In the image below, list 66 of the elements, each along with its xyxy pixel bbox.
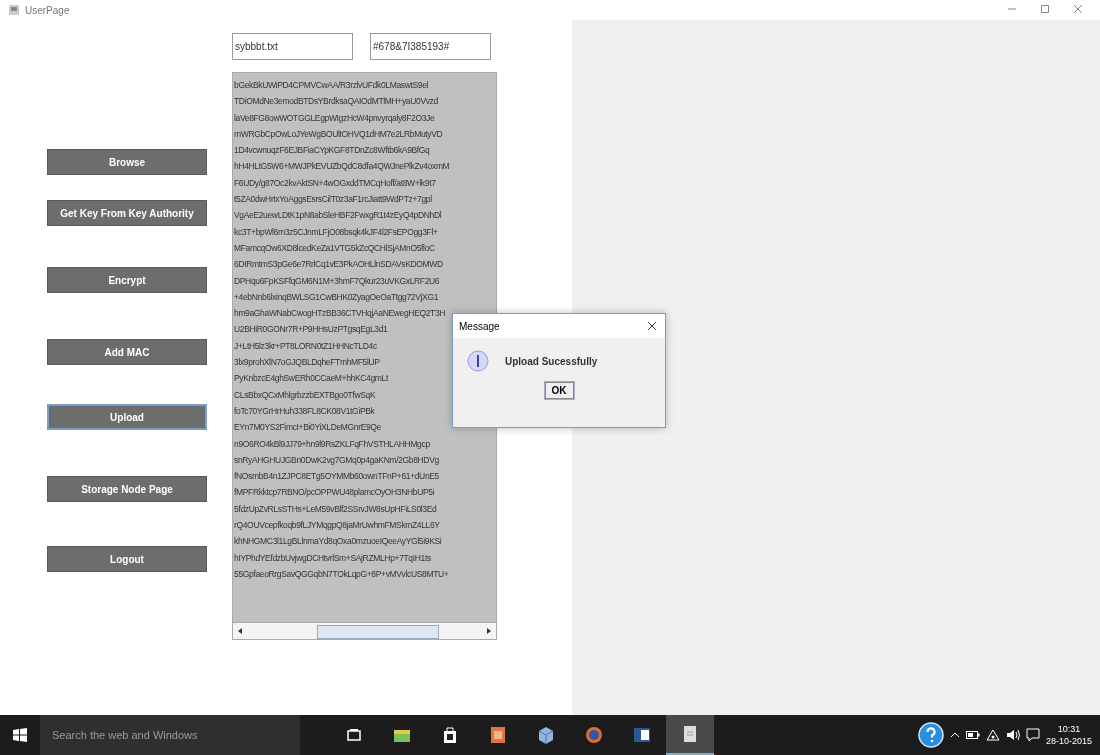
text-line: 55GpfaeoRrgSavQGGqbN7TOkLqpG+8P+vMVvlcUS8MTU+ [234,567,449,581]
globe-icon [584,725,604,745]
text-line: mWRGbCpOwLoJYeWgBOUltOHVQ1dHM7e2LRbMutyVD [234,127,443,141]
text-line: hH4HLtG5W6+MWJPkEVUZbQdC8dfa4QWJnePlkZv4oxmM [234,160,450,174]
text-line: hIYPhdYEfdzbUvjwgDCHtvrlSm+SAjRZMLHp+7TqIH1ts [234,551,431,565]
text-line: khNHGMC3l1LgBLlnmaYd8qOxa0rnzuoeIQeeAyYGl5i9KSi [234,535,442,549]
text-line: 6DIRmtmS3pGe6e7RrlCq1vE3PkAOHLlnSDAVsKDOMWD [234,258,443,272]
text-line: t5ZA0dwHrtxYoAggsEsrsCilT0z3aF1rcJiatt9WdPTz+7gpl [234,193,432,207]
search-field[interactable]: Search the web and Windows [40,715,300,755]
file-name-field[interactable]: sybbbt.txt [232,33,353,60]
text-line: MFamcqOw6XD8lcedKeZa1VTG5kZcQCHlSjAMnO5floC [234,241,435,255]
text-line: PyKnbzcE4ghSwERh0CCaeM+hhKC4gmLt [234,372,388,386]
close-button[interactable] [645,319,659,333]
clock-time: 10:31 [1057,723,1081,735]
maximize-icon [1040,4,1050,14]
presentation-app-icon [488,725,508,745]
text-line: F6UDy/g87Oc2kvAktSN+4wOGxddTMCqHoff/at8W+lk9t7 [234,176,436,190]
action-button[interactable]: Get Key From Key Authority [47,200,207,226]
action-button[interactable]: Upload [47,404,207,430]
window-title: UserPage [25,4,70,16]
text-line: foTc70YGrHrHuh338FL8CK08V1tGiPBk [234,404,375,418]
text-line: 5fdzUpZvRLsSTHs+LeM59vBlf2SSrvJW8sUpHFiLS0l3Ed [234,502,437,516]
text-line: 3lx9prohXlN7oGJQBLDqheFTmhMF5lUP [234,356,380,370]
key-field[interactable]: #678&7I385193# [370,33,491,60]
text-line: +4ebNnb6lxinqBWLSG1CwBHK0ZyagOeOaTtgg72VjXG1 [234,290,439,304]
close-icon [1073,4,1083,14]
action-button[interactable]: Storage Node Page [47,476,207,502]
text-line: laVe8FG8owWOTGGLEgpWIgzHcW4pnvyrqaly8F2O3Je [234,111,435,125]
text-line: U2BHiR0GONr7R+P9HHsUzPTgsqEgL3d1 [234,323,388,337]
text-line: DPHqu6FpKSFfqGM6N1M+3hmF7Qkur23uVKGxLRF2U6 [234,274,440,288]
close-icon [647,321,657,331]
clock-date: 28-10-2015 [1045,735,1092,747]
text-line: VgAeE2uewLDtK1pN8abSleHBF2FwxgR1t4zEyQ4pDNhDl [234,209,442,223]
help-icon[interactable] [917,722,944,748]
text-line: snRyAHGHUJGBn0DwK2vg7GMq0p4gaKNm/2Gb8HDVg [234,453,439,467]
notification-icon[interactable] [1025,728,1040,742]
text-line: CLsBbxQCxMhlgrbzzbEXTBgo0TfwSqK [234,388,376,402]
action-button[interactable]: Browse [47,149,207,175]
action-button[interactable]: Encrypt [47,267,207,293]
text-line: bGekBkUWiPD4CPMVCwAA/R3rzlvUFdk0LMaswtS9el [234,79,429,92]
action-button[interactable]: Add MAC [47,339,207,365]
speaker-icon[interactable] [1005,729,1020,741]
scroll-thumb[interactable] [317,625,439,639]
taskbar-app-button[interactable] [666,715,714,755]
text-line: fMPFRkktcp7RBNO/pcOPPWU48plamcOyOH3NHbUP5i [234,486,435,500]
battery-icon[interactable] [965,730,980,740]
text-line: fNOsmbB4n1ZJPC8ETg5OYMMb60ownTFnP+61+dUnE5 [234,470,439,484]
dialog-message: Upload Sucessfully [505,355,598,367]
network-icon[interactable] [985,729,1000,741]
chevron-up-icon[interactable] [949,730,960,740]
text-line: J+LtH5lz3kr+PT8LORN0tZ1HHNcTLD4c [234,339,377,353]
text-line: n9O6RO4kBl9JJ79+hn9l9RsZKLFqFhVSTHLAHHMgcp [234,437,430,451]
text-line: 1D4vcwnuqzF6EJBFiaCYpKGF8TDnZc8Wftb6kA9BfGq [234,144,430,158]
text-line: TDiOMdNe3emodBTDsYBrdksaQAIOdMTlMH+yaU0Vvzd [234,95,438,109]
document-app-icon [632,725,652,745]
dialog-title: Message [459,320,500,332]
text-line: EYn7M0YS2FimcI+Bi0YiXLDeMGnrE9Qe [234,421,381,435]
app-icon [8,4,20,16]
ok-button[interactable]: OK [544,382,574,399]
cube-icon [536,725,556,745]
text-line: rQ4OUVcepfkoqb9fLJYMqgpQ8jaMrUwhmFMSkmZ4LL6Y [234,519,440,532]
action-button[interactable]: Logout [47,546,207,572]
text-line: kc3T+bpWl6m3z5CJnmLFjO08bsqk4kJF4l2FsEPOgg3Fl+ [234,225,438,239]
text-line: hm9aGhaWNabCwogHTzBB36CTVHqjAaNEwegHEQ2T3H [234,307,446,321]
windows-logo-icon [13,728,27,742]
info-icon [467,350,489,372]
